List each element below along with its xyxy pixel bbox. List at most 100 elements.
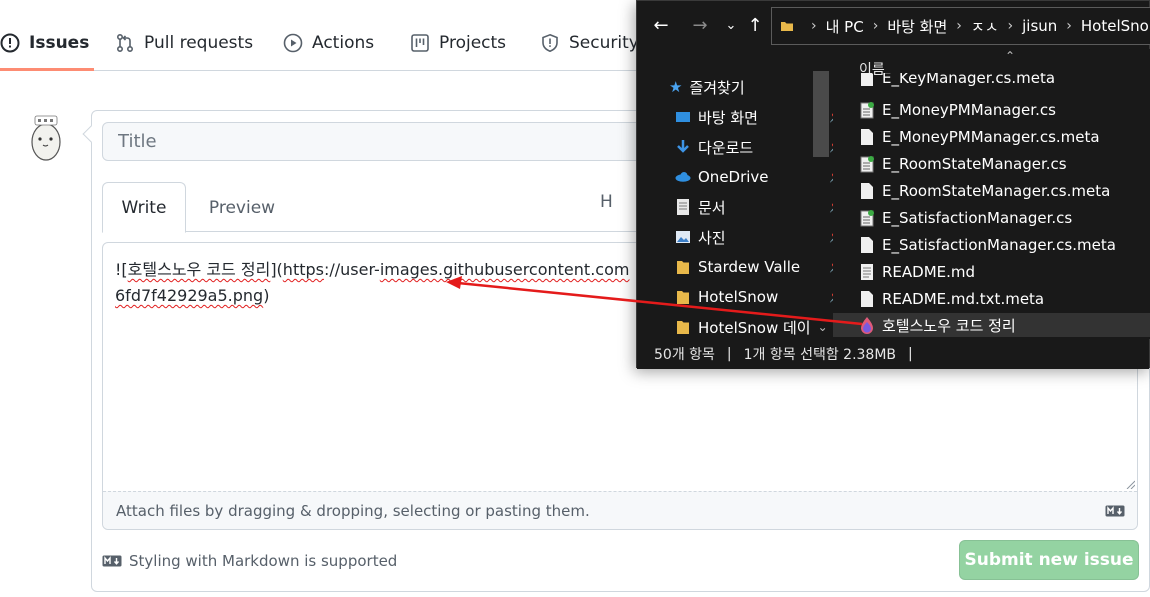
cs-file-icon — [860, 156, 874, 173]
folder-icon — [677, 261, 689, 274]
cloud-icon — [675, 172, 691, 182]
sidebar-item-label: 즐겨찾기 — [689, 78, 745, 97]
tab-write[interactable]: Write — [102, 182, 186, 233]
tab-issues-label: Issues — [29, 33, 90, 53]
file-row[interactable]: E_KeyManager.cs.meta — [859, 73, 1055, 87]
play-icon — [283, 33, 303, 53]
shield-icon — [542, 33, 558, 53]
breadcrumb-item[interactable]: 바탕 화면 — [887, 16, 947, 37]
markdown-icon — [102, 555, 122, 567]
explorer-toolbar: ← → ⌄ ↑ › 내 PC › 바탕 화면 › ㅈㅅ › jisun › Ho… — [637, 1, 1150, 49]
file-name: E_SatisfactionManager.cs — [882, 209, 1073, 227]
folder-icon — [781, 22, 793, 31]
download-icon — [677, 140, 689, 153]
markdown-note-label: Styling with Markdown is supported — [129, 552, 398, 570]
up-arrow-icon[interactable]: ↑ — [744, 13, 766, 37]
file-explorer-window: ← → ⌄ ↑ › 내 PC › 바탕 화면 › ㅈㅅ › jisun › Ho… — [636, 0, 1150, 369]
submit-issue-button[interactable]: Submit new issue — [959, 540, 1139, 580]
breadcrumb-item[interactable]: HotelSno — [1081, 17, 1149, 35]
url-filename: 6fd7f42929a5.png — [115, 286, 264, 305]
file-icon — [861, 73, 873, 86]
file-row[interactable]: E_SatisfactionManager.cs — [859, 206, 1072, 230]
image-alt-text: 호텔스노우 코드 정리 — [127, 260, 271, 279]
breadcrumb-chevron-icon: › — [811, 18, 817, 34]
heading-tool-button[interactable]: H — [600, 192, 613, 212]
item-count: 50개 항목 — [654, 347, 715, 363]
file-row[interactable]: README.md.txt.meta — [859, 287, 1044, 311]
tab-projects[interactable]: Projects — [410, 26, 506, 60]
forward-arrow-icon[interactable]: → — [689, 13, 711, 37]
star-icon: ★ — [669, 78, 683, 96]
breadcrumb-chevron-icon: › — [872, 18, 879, 34]
sidebar-item-hotelsnow[interactable]: HotelSnow 📌 — [675, 285, 833, 309]
issue-opened-icon — [0, 33, 20, 53]
tab-preview[interactable]: Preview — [200, 182, 284, 233]
recent-locations-chevron-icon[interactable]: ⌄ — [720, 13, 742, 37]
active-tab-underline — [0, 68, 94, 71]
resize-grip-icon[interactable] — [1125, 479, 1135, 489]
sidebar-item-documents[interactable]: 문서 📌 — [675, 195, 833, 219]
tab-issues[interactable]: Issues — [0, 26, 89, 60]
picture-icon — [676, 231, 690, 243]
sidebar-item-downloads[interactable]: 다운로드 📌 — [675, 135, 833, 159]
sort-chevron-icon: ⌃ — [1005, 49, 1016, 63]
avatar[interactable] — [26, 112, 66, 164]
attach-hint: Attach files by dragging & dropping, sel… — [116, 502, 590, 520]
tab-projects-label: Projects — [439, 33, 507, 53]
file-name: README.md — [882, 263, 976, 281]
status-divider: | — [908, 346, 913, 362]
sidebar-item-label: 사진 — [698, 228, 726, 247]
tab-actions[interactable]: Actions — [283, 26, 374, 60]
breadcrumb-item[interactable]: jisun — [1022, 17, 1057, 35]
address-bar[interactable]: › 내 PC › 바탕 화면 › ㅈㅅ › jisun › HotelSno — [771, 7, 1150, 45]
file-row[interactable]: E_RoomStateManager.cs — [859, 152, 1067, 176]
status-bar: 50개 항목 | 1개 항목 선택함 2.38MB | — [637, 339, 1149, 369]
document-icon — [677, 199, 689, 215]
sidebar-item-label: HotelSnow — [698, 288, 779, 306]
git-pull-request-icon — [116, 33, 134, 53]
sidebar-item-favorites[interactable]: ★ 즐겨찾기 — [669, 75, 745, 99]
file-name: E_SatisfactionManager.cs.meta — [882, 236, 1116, 254]
sidebar-item-hotelsnow-data[interactable]: HotelSnow 데이 ⌄ — [675, 315, 828, 339]
issue-body-text: ![호텔스노우 코드 정리](https://user-images.githu… — [115, 257, 655, 309]
sidebar-item-label: HotelSnow 데이 — [698, 318, 811, 337]
selection-info: 1개 항목 선택함 2.38MB — [743, 347, 897, 363]
chevron-down-icon: ⌄ — [817, 320, 828, 334]
cs-file-icon — [860, 102, 874, 119]
file-row[interactable]: E_RoomStateManager.cs.meta — [859, 179, 1110, 203]
folder-icon — [677, 321, 689, 334]
sidebar-item-stardew[interactable]: Stardew Valle 📌 — [675, 255, 833, 279]
file-name: E_RoomStateManager.cs.meta — [882, 182, 1111, 200]
sidebar-item-desktop[interactable]: 바탕 화면 📌 — [675, 105, 833, 129]
navigation-scrollbar[interactable] — [813, 71, 829, 157]
file-name: E_MoneyPMManager.cs.meta — [882, 128, 1100, 146]
url-scheme: https — [282, 260, 324, 279]
tab-security[interactable]: Security — [540, 26, 639, 60]
sidebar-item-label: OneDrive — [698, 168, 769, 186]
sidebar-item-label: Stardew Valle — [698, 258, 801, 276]
file-row-selected[interactable]: 호텔스노우 코드 정리 — [833, 313, 1150, 337]
tab-pull-requests-label: Pull requests — [144, 33, 254, 53]
file-name: E_RoomStateManager.cs — [882, 155, 1067, 173]
file-row[interactable]: E_MoneyPMManager.cs.meta — [859, 125, 1100, 149]
back-arrow-icon[interactable]: ← — [650, 13, 672, 37]
file-row[interactable]: README.md — [859, 260, 975, 284]
file-name: E_MoneyPMManager.cs — [882, 101, 1056, 119]
tab-pull-requests[interactable]: Pull requests — [115, 26, 253, 60]
file-list: ⌃ 이름 E_KeyManager.cs.meta E_MoneyPMManag… — [833, 49, 1150, 339]
sidebar-item-pictures[interactable]: 사진 📌 — [675, 225, 833, 249]
markdown-support-note[interactable]: Styling with Markdown is supported — [102, 552, 397, 570]
url-host: images.githubusercontent.com — [379, 260, 630, 279]
markdown-icon — [1105, 505, 1125, 517]
attach-files-bar[interactable]: Attach files by dragging & dropping, sel… — [103, 491, 1137, 529]
file-row[interactable]: E_MoneyPMManager.cs — [859, 98, 1056, 122]
breadcrumb-item[interactable]: 내 PC — [826, 16, 864, 37]
folder-icon — [677, 291, 689, 304]
title-input[interactable] — [102, 122, 662, 161]
breadcrumb-item[interactable]: ㅈㅅ — [971, 16, 999, 37]
sidebar-item-onedrive[interactable]: OneDrive 📌 — [675, 165, 833, 189]
breadcrumb-chevron-icon: › — [956, 18, 962, 34]
md-prefix: ![ — [115, 260, 128, 279]
breadcrumb-chevron-icon: › — [1007, 18, 1014, 34]
file-row[interactable]: E_SatisfactionManager.cs.meta — [859, 233, 1116, 257]
